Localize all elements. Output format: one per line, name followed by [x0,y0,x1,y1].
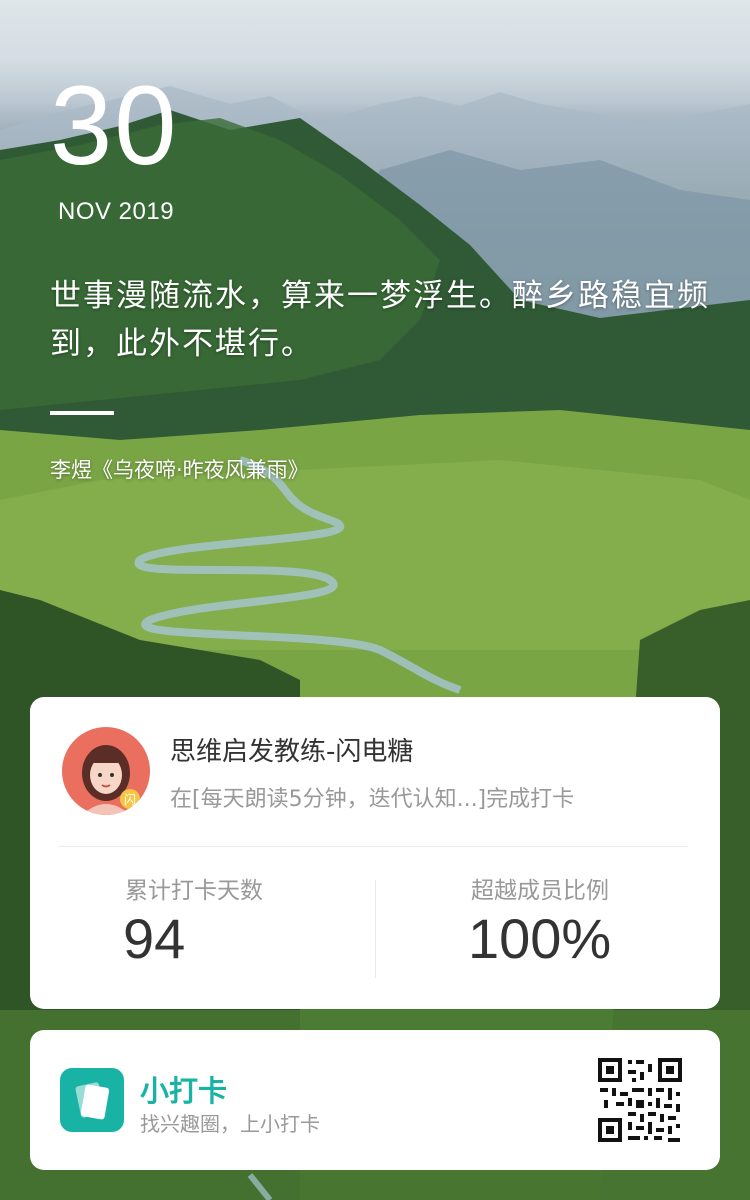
stat-value-percent: 100% [468,907,612,970]
app-name: 小打卡 [140,1074,228,1108]
qr-code[interactable] [596,1056,684,1144]
poem-divider [50,411,114,415]
month-year: NOV 2019 [58,198,175,225]
stat-value-days: 94 [123,907,186,970]
app-promo-card: 小打卡 找兴趣圈，上小打卡 [30,1030,720,1170]
avatar[interactable]: 闪 [62,727,150,815]
profile-card: 闪 思维启发教练-闪电糖 在[每天朗读5分钟，迭代认知...]完成打卡 累计打卡… [30,697,720,1009]
stat-label-days: 累计打卡天数 [125,878,263,904]
card-divider [58,846,688,847]
stats-divider [375,880,376,978]
username: 思维启发教练-闪电糖 [170,737,414,767]
share-poster: 30 NOV 2019 世事漫随流水，算来一梦浮生。醉乡路稳宜频到，此外不堪行。… [0,0,750,1200]
day-number: 30 [50,63,179,188]
stat-label-percent: 超越成员比例 [471,878,609,904]
app-slogan: 找兴趣圈，上小打卡 [140,1112,320,1136]
svg-text:闪: 闪 [124,793,136,807]
checkin-text: 在[每天朗读5分钟，迭代认知...]完成打卡 [170,787,575,812]
poem-text: 世事漫随流水，算来一梦浮生。醉乡路稳宜频到，此外不堪行。 [50,278,710,362]
poem-author: 李煜《乌夜啼·昨夜风兼雨》 [50,458,309,482]
date-block: 30 NOV 2019 [50,70,179,226]
app-logo-icon [60,1068,124,1132]
